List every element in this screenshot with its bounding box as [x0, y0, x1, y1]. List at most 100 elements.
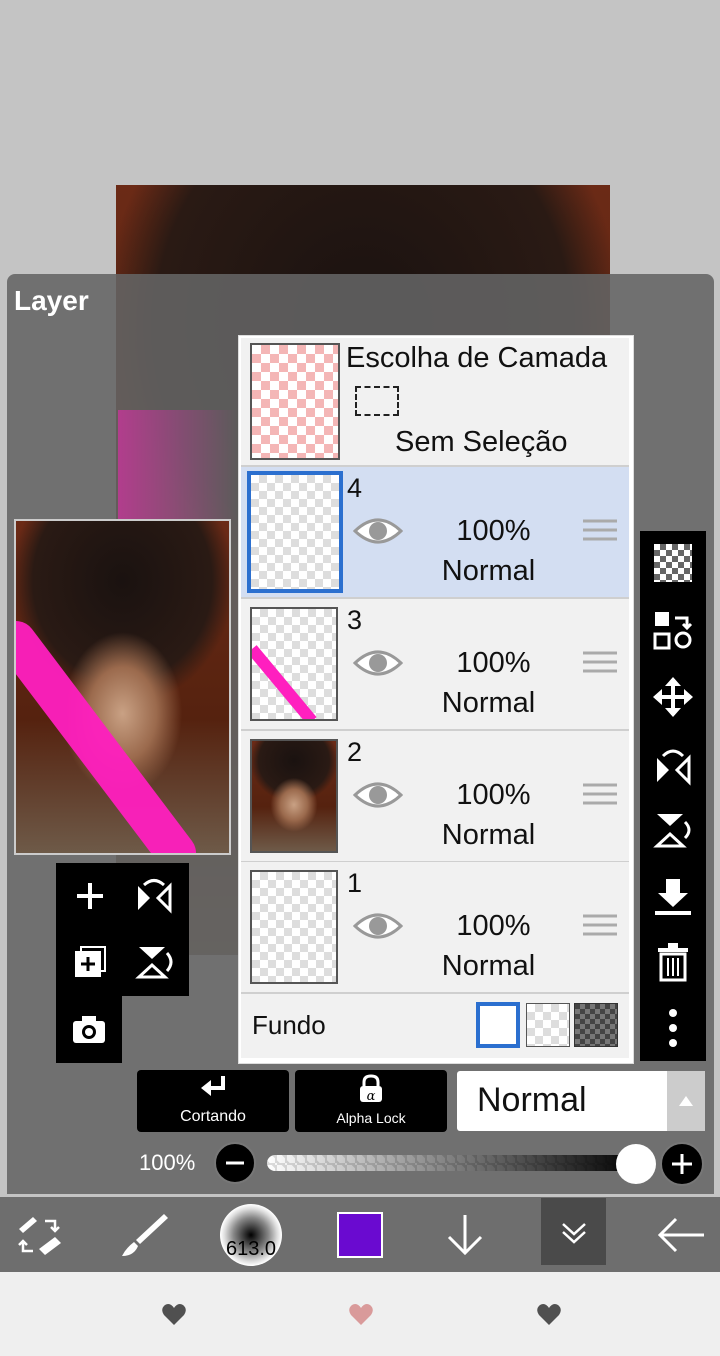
- blend-mode-dropdown-arrow[interactable]: [667, 1071, 705, 1131]
- double-chevron-down-icon: [561, 1222, 586, 1244]
- download-arrow-icon: [655, 879, 691, 915]
- minus-icon: [226, 1161, 244, 1165]
- background-transparent-option[interactable]: [526, 1003, 570, 1047]
- checkerboard-icon: [654, 544, 692, 582]
- clipping-arrow-icon: [201, 1076, 225, 1096]
- color-button[interactable]: [330, 1200, 390, 1270]
- more-options-button[interactable]: [644, 998, 702, 1058]
- delete-layer-button[interactable]: [644, 932, 702, 992]
- background-white-option[interactable]: [476, 1002, 520, 1048]
- trash-icon: [658, 943, 688, 982]
- layer-number: 2: [347, 737, 363, 767]
- clipping-label: Cortando: [180, 1108, 246, 1125]
- layer-row-1[interactable]: 1 100% Normal: [241, 862, 629, 994]
- lock-icon: α: [360, 1074, 382, 1104]
- layer-thumbnail: [247, 471, 343, 593]
- camera-button[interactable]: [57, 997, 121, 1061]
- alpha-lock-button[interactable]: α Alpha Lock: [295, 1070, 447, 1132]
- merge-down-button[interactable]: [644, 867, 702, 927]
- background-label: Fundo: [252, 1010, 326, 1040]
- add-copy-icon: [75, 946, 106, 977]
- move-button[interactable]: [644, 667, 702, 727]
- layer-blend-mode: Normal: [441, 687, 536, 719]
- alpha-lock-label: Alpha Lock: [336, 1110, 406, 1126]
- selection-layer-row[interactable]: Escolha de Camada Sem Seleção: [241, 338, 629, 467]
- layer-blend-mode: Normal: [441, 950, 536, 982]
- drag-handle-icon[interactable]: [583, 649, 617, 675]
- layer-blend-mode: Normal: [441, 555, 536, 587]
- arrow-down-icon: [447, 1215, 483, 1256]
- layer-number: 1: [347, 868, 363, 898]
- brush-size-preview: 613.0: [220, 1204, 282, 1266]
- tool-switch-icon: [18, 1217, 61, 1255]
- flip-vertical-icon: [653, 814, 691, 848]
- opacity-slider-thumb[interactable]: [616, 1144, 656, 1184]
- opacity-slider-track[interactable]: [267, 1155, 637, 1171]
- brush-button[interactable]: [110, 1200, 180, 1270]
- down-arrow-button[interactable]: [430, 1200, 500, 1270]
- layer-thumbnail: [250, 607, 338, 721]
- selection-status: Sem Seleção: [395, 426, 568, 458]
- camera-icon: [73, 1016, 105, 1043]
- add-layer-button[interactable]: [58, 864, 122, 928]
- layer-number: 4: [347, 473, 363, 503]
- heart-icon[interactable]: [348, 1303, 374, 1327]
- transparency-button[interactable]: [644, 533, 702, 593]
- layer-opacity: 100%: [456, 515, 531, 547]
- visibility-eye-icon[interactable]: [353, 779, 403, 811]
- selection-marquee-icon: [355, 386, 399, 416]
- selection-thumbnail: [250, 343, 340, 460]
- heart-icon[interactable]: [536, 1303, 562, 1327]
- brush-size-button[interactable]: 613.0: [218, 1200, 284, 1270]
- drag-handle-icon[interactable]: [583, 781, 617, 807]
- background-row: Fundo: [241, 994, 629, 1058]
- current-color-swatch: [337, 1212, 383, 1258]
- plus-icon: [77, 883, 103, 909]
- flip-horizontal-icon: [657, 749, 691, 786]
- layer-row-3[interactable]: 3 100% Normal: [241, 599, 629, 731]
- plus-icon: [672, 1154, 692, 1174]
- blend-mode-value: Normal: [477, 1081, 587, 1119]
- canvas-magenta-hint: [118, 410, 238, 520]
- opacity-slider-fill: [267, 1155, 637, 1171]
- flip-vertical-button[interactable]: [122, 930, 186, 994]
- opacity-decrease-button[interactable]: [214, 1142, 256, 1184]
- clipping-button[interactable]: Cortando: [137, 1070, 289, 1132]
- layers-button[interactable]: [541, 1198, 606, 1265]
- background-dark-option[interactable]: [574, 1003, 618, 1047]
- visibility-eye-icon[interactable]: [353, 647, 403, 679]
- layer-thumbnail: [250, 739, 338, 853]
- blend-mode-select[interactable]: Normal: [457, 1071, 705, 1131]
- layer-transfer-button[interactable]: [644, 600, 702, 660]
- duplicate-layer-button[interactable]: [58, 930, 122, 994]
- flip-horizontal-button[interactable]: [122, 864, 186, 928]
- drag-handle-icon[interactable]: [583, 912, 617, 938]
- flip-vertical-icon: [135, 947, 173, 979]
- brush-icon: [122, 1214, 168, 1256]
- tool-switch-button[interactable]: [0, 1200, 78, 1270]
- visibility-eye-icon[interactable]: [353, 910, 403, 942]
- layer-blend-mode: Normal: [441, 819, 536, 851]
- back-button[interactable]: [646, 1200, 716, 1270]
- flip-horizontal-button-right[interactable]: [644, 736, 702, 796]
- opacity-increase-button[interactable]: [660, 1142, 704, 1186]
- visibility-eye-icon[interactable]: [353, 515, 403, 547]
- heart-icon[interactable]: [161, 1303, 187, 1327]
- layer-row-2[interactable]: 2 100% Normal: [241, 731, 629, 863]
- opacity-label: 100%: [139, 1150, 196, 1175]
- triangle-up-icon: [679, 1096, 693, 1106]
- flip-vertical-button-right[interactable]: [644, 800, 702, 860]
- layer-opacity: 100%: [456, 647, 531, 679]
- layer-panel-title: Layer: [14, 285, 89, 316]
- drag-handle-icon[interactable]: [583, 517, 617, 543]
- brush-size-value: 613.0: [225, 1238, 277, 1260]
- more-vertical-icon: [669, 1009, 677, 1047]
- layer-row-4[interactable]: 4 100% Normal: [241, 467, 629, 599]
- layer-thumbnail: [250, 870, 338, 984]
- layer-number: 3: [347, 605, 363, 635]
- layer-opacity: 100%: [456, 910, 531, 942]
- arrow-left-icon: [657, 1217, 704, 1253]
- swap-shapes-icon: [653, 612, 693, 650]
- move-arrows-icon: [653, 677, 693, 717]
- canvas-preview: [14, 519, 231, 855]
